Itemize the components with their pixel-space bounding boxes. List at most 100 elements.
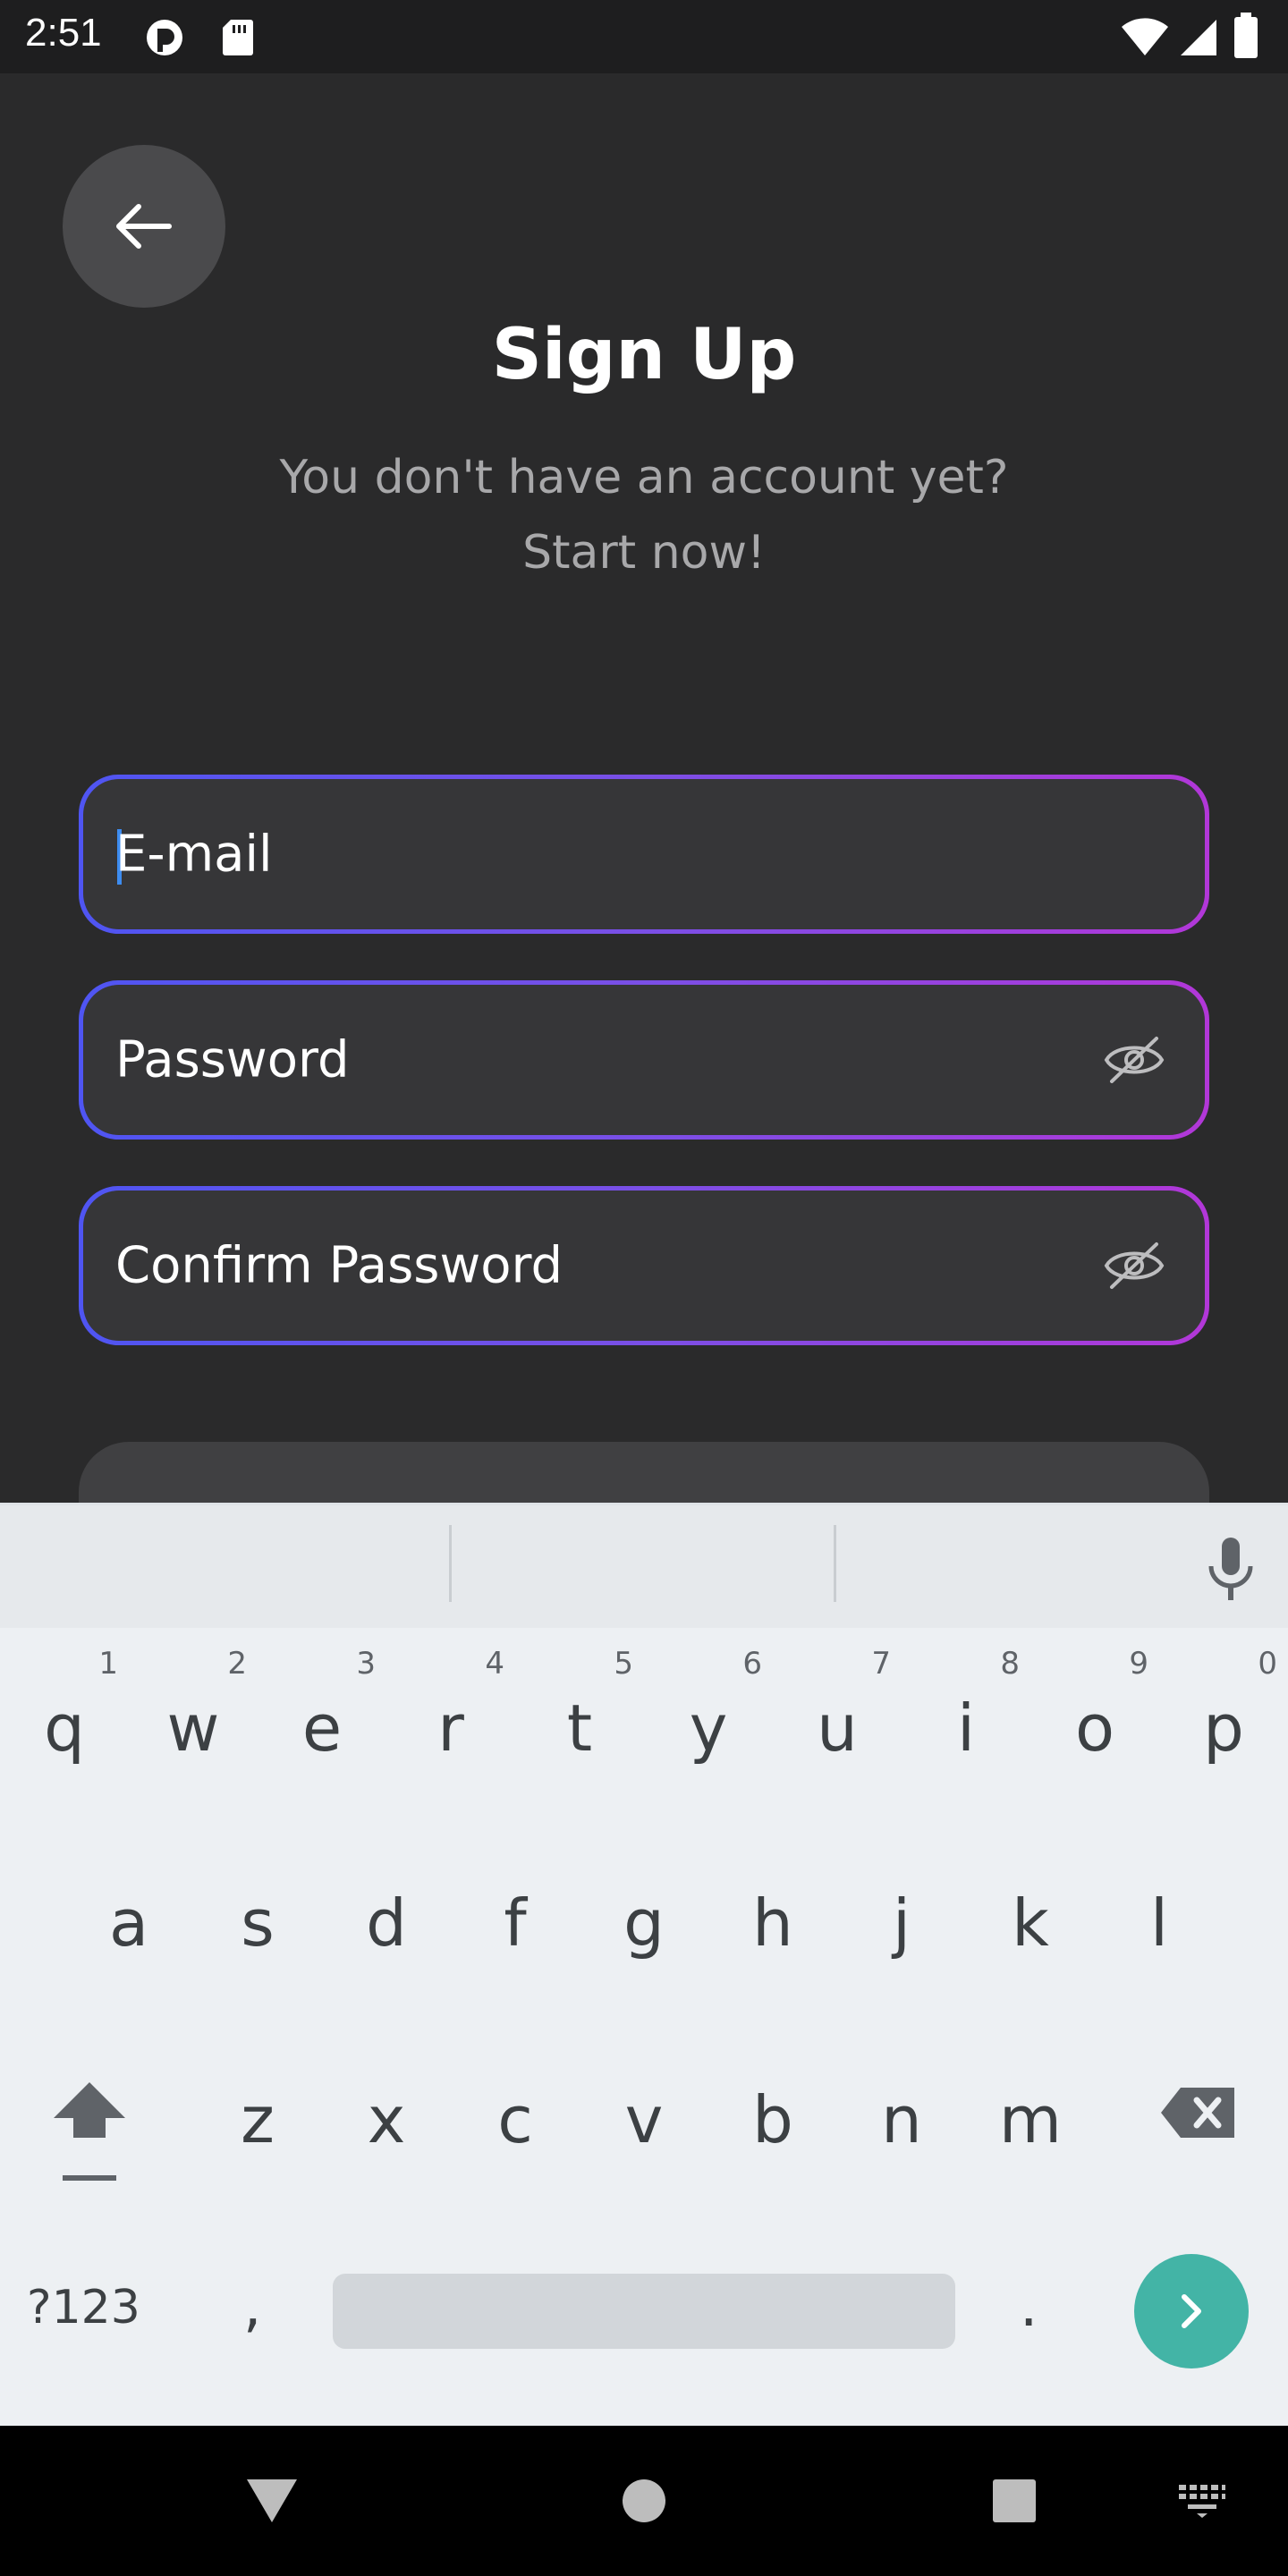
confirm-password-placeholder: Confirm Password <box>115 1236 564 1295</box>
key-letter: r <box>437 1690 464 1766</box>
key-letter: o <box>1074 1690 1115 1766</box>
space-key[interactable] <box>333 2274 955 2349</box>
key-3[interactable]: f <box>451 1841 580 2020</box>
key-letter: p <box>1203 1690 1244 1766</box>
key-0[interactable]: z <box>193 2038 322 2216</box>
key-8[interactable]: 9o <box>1030 1646 1159 1825</box>
key-number-hint: 7 <box>871 1646 891 1682</box>
password-input[interactable]: Password <box>83 985 1205 1135</box>
key-4[interactable]: g <box>580 1841 708 2020</box>
key-3[interactable]: v <box>580 2038 708 2216</box>
confirm-password-field[interactable]: Confirm Password <box>79 1186 1209 1345</box>
page-subtitle: You don't have an account yet? Start now… <box>0 440 1288 590</box>
period-key[interactable]: . <box>1020 2274 1038 2340</box>
back-triangle-icon[interactable] <box>243 2476 301 2526</box>
key-6[interactable]: 7u <box>773 1646 902 1825</box>
password-placeholder: Password <box>115 1030 350 1089</box>
shift-icon[interactable] <box>50 2075 129 2186</box>
comma-key[interactable]: , <box>243 2274 261 2340</box>
confirm-password-input[interactable]: Confirm Password <box>83 1191 1205 1341</box>
key-4[interactable]: 5t <box>515 1646 644 1825</box>
suggestion-bar <box>0 1503 1288 1628</box>
key-letter: a <box>108 1885 149 1961</box>
go-key[interactable] <box>1134 2254 1249 2368</box>
key-letter: k <box>1012 1885 1049 1961</box>
key-letter: e <box>301 1690 343 1766</box>
key-letter: g <box>623 1885 665 1961</box>
key-number-hint: 9 <box>1129 1646 1148 1682</box>
home-circle-icon[interactable] <box>621 2478 667 2524</box>
backspace-icon[interactable] <box>1159 2086 1238 2140</box>
key-5[interactable]: 6y <box>644 1646 773 1825</box>
email-field[interactable]: E-mail <box>79 775 1209 934</box>
subtitle-line-1: You don't have an account yet? <box>279 451 1009 504</box>
key-letter: b <box>752 2082 793 2157</box>
key-7[interactable]: k <box>966 1841 1095 2020</box>
key-letter: y <box>689 1690 728 1766</box>
key-letter: z <box>241 2082 275 2157</box>
email-input[interactable]: E-mail <box>83 779 1205 929</box>
key-5[interactable]: n <box>837 2038 966 2216</box>
key-3[interactable]: 4r <box>386 1646 515 1825</box>
status-time: 2:51 <box>25 11 102 55</box>
key-number-hint: 8 <box>1000 1646 1020 1682</box>
key-number-hint: 1 <box>98 1646 118 1682</box>
arrow-left-icon <box>116 204 172 249</box>
key-1[interactable]: 2w <box>129 1646 258 1825</box>
sign-up-screen: Sign Up You don't have an account yet? S… <box>0 73 1288 1503</box>
eye-off-icon[interactable] <box>1103 1239 1165 1292</box>
subtitle-line-2: Start now! <box>522 526 766 580</box>
key-2[interactable]: c <box>451 2038 580 2216</box>
key-1[interactable]: x <box>322 2038 451 2216</box>
key-number-hint: 6 <box>742 1646 762 1682</box>
key-number-hint: 5 <box>614 1646 633 1682</box>
symbols-key[interactable]: ?123 <box>27 2281 140 2334</box>
key-2[interactable]: d <box>322 1841 451 2020</box>
key-letter: j <box>892 1885 911 1961</box>
key-2[interactable]: 3e <box>258 1646 386 1825</box>
key-letter: h <box>752 1885 793 1961</box>
key-letter: u <box>817 1690 858 1766</box>
key-letter: q <box>44 1690 85 1766</box>
key-letter: c <box>497 2082 533 2157</box>
key-6[interactable]: j <box>837 1841 966 2020</box>
signal-icon <box>1181 20 1216 55</box>
email-placeholder: E-mail <box>115 825 273 884</box>
key-7[interactable]: 8i <box>902 1646 1030 1825</box>
wifi-icon <box>1122 18 1168 55</box>
key-9[interactable]: 0p <box>1159 1646 1288 1825</box>
mic-icon[interactable] <box>1204 1536 1258 1604</box>
submit-button[interactable] <box>79 1442 1209 1503</box>
key-number-hint: 4 <box>485 1646 504 1682</box>
key-8[interactable]: l <box>1095 1841 1224 2020</box>
key-number-hint: 3 <box>356 1646 376 1682</box>
sd-card-icon <box>223 20 253 55</box>
suggestion-divider <box>834 1525 836 1602</box>
battery-icon <box>1234 13 1258 58</box>
key-number-hint: 0 <box>1258 1646 1277 1682</box>
key-letter: t <box>566 1690 593 1766</box>
key-letter: m <box>998 2082 1063 2157</box>
key-letter: s <box>241 1885 275 1961</box>
page-title: Sign Up <box>491 315 797 395</box>
key-letter: v <box>624 2082 664 2157</box>
key-0[interactable]: a <box>64 1841 193 2020</box>
key-1[interactable]: s <box>193 1841 322 2020</box>
chevron-right-icon <box>1182 2294 1201 2328</box>
key-letter: n <box>881 2082 922 2157</box>
key-6[interactable]: m <box>966 2038 1095 2216</box>
key-4[interactable]: b <box>708 2038 837 2216</box>
suggestion-divider <box>449 1525 452 1602</box>
key-letter: i <box>956 1690 975 1766</box>
recents-square-icon[interactable] <box>991 2478 1038 2524</box>
back-button[interactable] <box>63 145 225 308</box>
key-0[interactable]: 1q <box>0 1646 129 1825</box>
status-bar: 2:51 <box>0 0 1288 73</box>
password-field[interactable]: Password <box>79 980 1209 1140</box>
notification-app-icon <box>147 20 182 55</box>
key-5[interactable]: h <box>708 1841 837 2020</box>
keyboard-switch-icon[interactable] <box>1177 2483 1227 2519</box>
key-letter: l <box>1149 1885 1168 1961</box>
eye-off-icon[interactable] <box>1103 1033 1165 1087</box>
key-number-hint: 2 <box>227 1646 247 1682</box>
